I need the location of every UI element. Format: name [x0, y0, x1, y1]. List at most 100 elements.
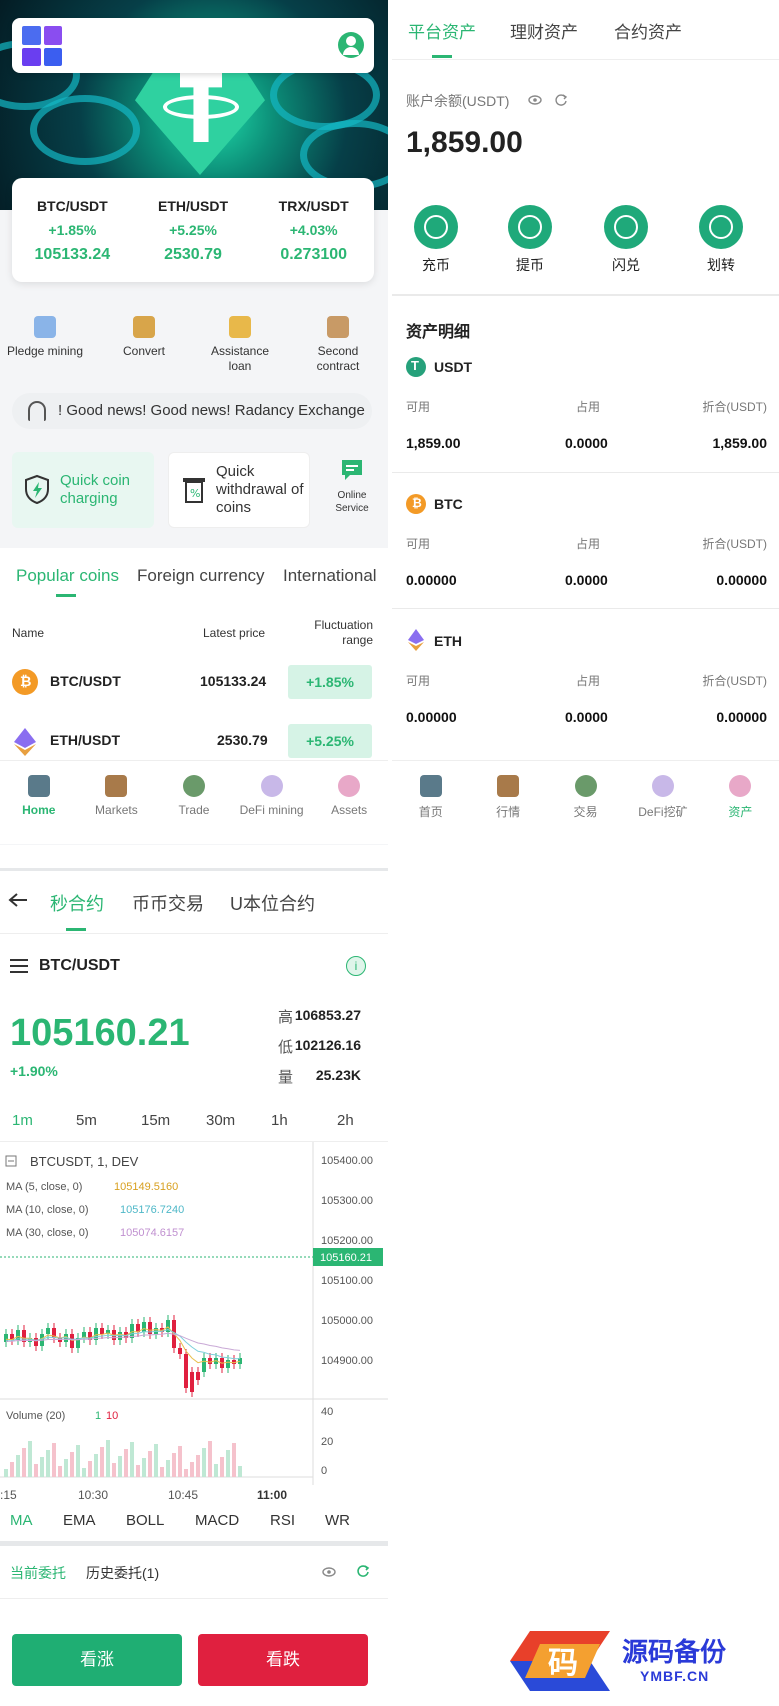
volume-bar: [238, 1466, 242, 1477]
ticker-change: +1.85%: [48, 222, 97, 238]
info-icon[interactable]: i: [346, 956, 366, 976]
home-icon: [419, 775, 442, 797]
feature-assistance-loan[interactable]: Assistance loan: [200, 316, 280, 374]
ticker-card: BTC/USDT +1.85% 105133.24 ETH/USDT +5.25…: [12, 178, 374, 282]
tab-current-orders[interactable]: 当前委托: [10, 1563, 66, 1583]
notice-bar[interactable]: ! Good news! Good news! Radancy Exchange: [12, 393, 372, 429]
tab-second-contract[interactable]: 秒合约: [50, 890, 104, 916]
tab-spot-trading[interactable]: 币币交易: [132, 890, 204, 916]
eth-icon: [408, 629, 424, 651]
buy-up-button[interactable]: 看涨: [12, 1634, 182, 1686]
bottom-nav: Home Markets Trade DeFi mining Assets: [0, 760, 388, 844]
ticker-item[interactable]: ETH/USDT +5.25% 2530.79: [133, 178, 254, 282]
volume-bar: [196, 1455, 200, 1477]
nav-assets[interactable]: 资产: [702, 761, 779, 844]
menu-icon[interactable]: [10, 958, 28, 974]
volume-bar: [208, 1441, 212, 1477]
online-service-button[interactable]: Online Service: [322, 458, 382, 515]
deposit-button-icon[interactable]: [414, 205, 458, 249]
nav-trade[interactable]: 交易: [547, 761, 624, 844]
indicator-ma[interactable]: MA: [10, 1512, 33, 1529]
tab-contract-assets[interactable]: 合约资产: [614, 18, 682, 43]
indicator-wr[interactable]: WR: [325, 1512, 350, 1529]
back-arrow-icon[interactable]: [8, 892, 28, 908]
trade-icon: [182, 775, 205, 797]
tab-platform-assets[interactable]: 平台资产: [408, 18, 476, 43]
volume-bar: [82, 1468, 86, 1477]
swap-button-icon[interactable]: [604, 205, 648, 249]
converted-value: 0.00000: [716, 709, 767, 725]
timeframe-30m[interactable]: 30m: [206, 1112, 235, 1129]
nav-trade[interactable]: Trade: [155, 761, 233, 844]
ma10-label: MA (10, close, 0): [6, 1204, 89, 1216]
timeframe-1m[interactable]: 1m: [12, 1112, 33, 1129]
feature-convert[interactable]: Convert: [104, 316, 184, 359]
balance-value: 1,859.00: [406, 126, 523, 159]
indicator-rsi[interactable]: RSI: [270, 1512, 295, 1529]
quick-withdraw-label: Quick withdrawal of coins: [216, 463, 304, 516]
eye-icon[interactable]: [528, 94, 542, 106]
swap-label[interactable]: 闪兑: [596, 255, 656, 275]
row-change: +1.85%: [288, 665, 372, 699]
tab-international[interactable]: International: [283, 566, 377, 586]
user-avatar-icon[interactable]: [338, 32, 364, 58]
nav-label: DeFi mining: [239, 803, 304, 817]
coin-name: ETH: [434, 633, 462, 649]
quick-charge-button[interactable]: Quick coin charging: [12, 452, 154, 528]
volume-bar: [142, 1458, 146, 1477]
withdraw-button-icon[interactable]: [508, 205, 552, 249]
nav-defi-mining[interactable]: DeFi mining: [233, 761, 311, 844]
volume-bar: [10, 1462, 14, 1477]
nav-home[interactable]: 首页: [392, 761, 469, 844]
ticker-item[interactable]: TRX/USDT +4.03% 0.273100: [253, 178, 374, 282]
sell-down-button[interactable]: 看跌: [198, 1634, 368, 1686]
timeframe-15m[interactable]: 15m: [141, 1112, 170, 1129]
nav-label: 资产: [728, 805, 753, 819]
time-tick: 10:45: [168, 1488, 199, 1502]
candle-body: [100, 1328, 104, 1334]
indicator-ema[interactable]: EMA: [63, 1512, 96, 1529]
nav-label: Home: [22, 803, 56, 817]
divider: [392, 608, 779, 609]
eye-icon[interactable]: [322, 1566, 336, 1578]
feature-pledge-mining[interactable]: Pledge mining: [5, 316, 85, 359]
occupied-label: 占用: [576, 400, 601, 414]
indicator-macd[interactable]: MACD: [195, 1512, 239, 1529]
table-row[interactable]: ₿ BTC/USDT 105133.24 +1.85%: [0, 653, 388, 711]
candlestick-chart[interactable]: 105160.21 105400.00 105300.00 105200.00 …: [0, 1142, 388, 1485]
convert-icon: [133, 316, 155, 338]
nav-home[interactable]: Home: [0, 761, 78, 844]
ma30-value: 105074.6157: [120, 1227, 184, 1239]
timeframe-1h[interactable]: 1h: [271, 1112, 288, 1129]
refresh-icon[interactable]: [554, 93, 568, 107]
price-tick: 104900.00: [321, 1355, 373, 1367]
refresh-icon[interactable]: [356, 1564, 370, 1578]
price-change: +1.90%: [10, 1063, 58, 1079]
transfer-button-icon[interactable]: [699, 205, 743, 249]
tab-order-history[interactable]: 历史委托(1): [86, 1563, 159, 1583]
nav-defi-mining[interactable]: DeFi挖矿: [624, 761, 701, 844]
feature-second-contract[interactable]: Second contract: [298, 316, 378, 374]
tab-finance-assets[interactable]: 理财资产: [510, 18, 578, 43]
deposit-label[interactable]: 充币: [406, 255, 466, 275]
indicator-boll[interactable]: BOLL: [126, 1512, 164, 1529]
pair-title[interactable]: BTC/USDT: [39, 957, 120, 975]
tab-usdt-contract[interactable]: U本位合约: [230, 890, 315, 916]
timeframe-2h[interactable]: 2h: [337, 1112, 354, 1129]
ticker-change: +4.03%: [289, 222, 338, 238]
nav-assets[interactable]: Assets: [310, 761, 388, 844]
timeframe-5m[interactable]: 5m: [76, 1112, 97, 1129]
tab-foreign-currency[interactable]: Foreign currency: [137, 566, 265, 586]
quick-withdraw-button[interactable]: % Quick withdrawal of coins: [168, 452, 310, 528]
markets-icon: [105, 775, 128, 797]
tab-popular-coins[interactable]: Popular coins: [16, 566, 119, 586]
high-value: 106853.27: [294, 1007, 361, 1023]
withdraw-label[interactable]: 提币: [500, 255, 560, 275]
volume-tick: 20: [321, 1436, 333, 1448]
ticker-item[interactable]: BTC/USDT +1.85% 105133.24: [12, 178, 133, 282]
nav-markets[interactable]: 行情: [469, 761, 546, 844]
candle-body: [184, 1354, 188, 1388]
transfer-label[interactable]: 划转: [691, 255, 751, 275]
app-logo[interactable]: [22, 26, 62, 66]
nav-markets[interactable]: Markets: [78, 761, 156, 844]
